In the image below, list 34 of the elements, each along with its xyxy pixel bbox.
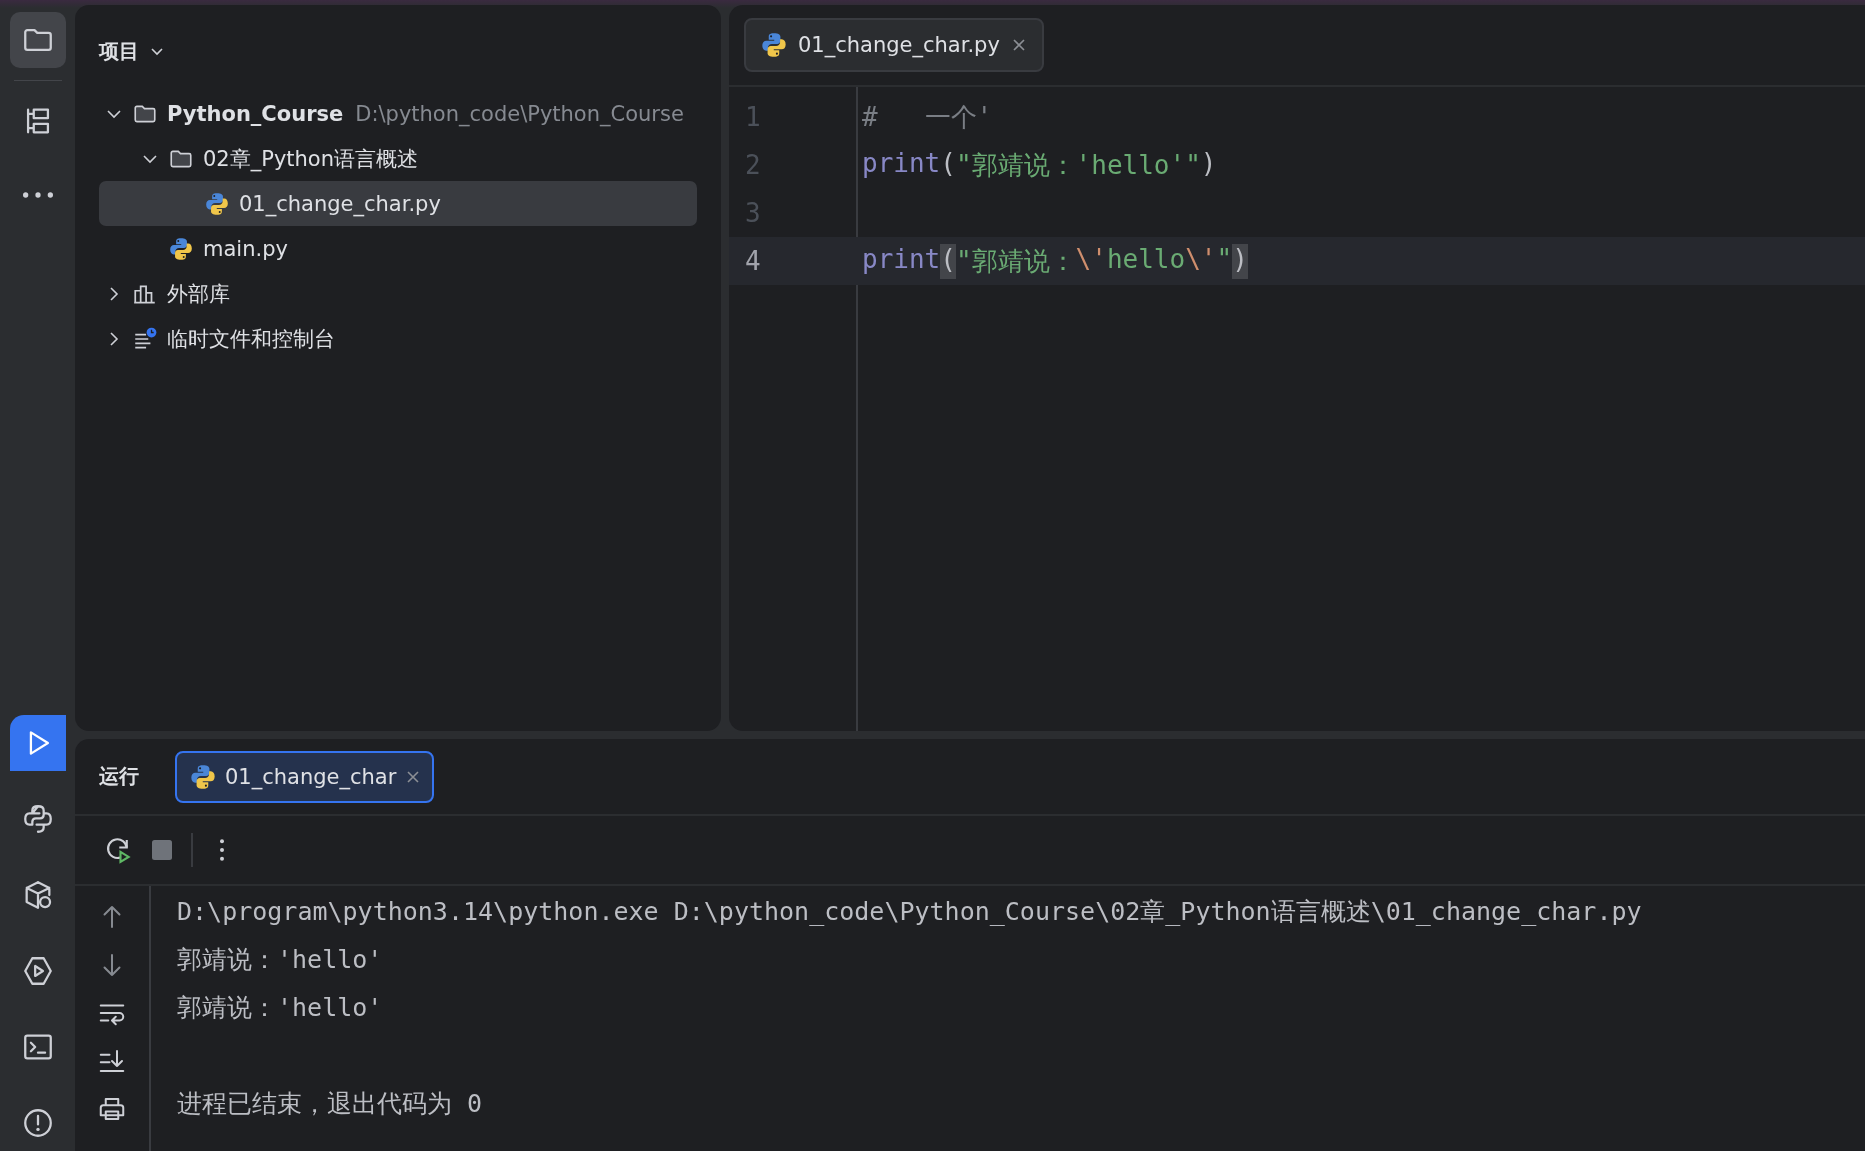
tree-label: 02章_Python语言概述	[203, 145, 418, 173]
python-file-icon	[189, 762, 217, 791]
tree-item[interactable]: Python_Course D:\python_code\Python_Course	[99, 91, 697, 136]
tree-item[interactable]: 外部库	[99, 271, 697, 316]
python-file-icon	[760, 31, 788, 59]
more-icon	[22, 192, 53, 198]
tab-label: 01_change_char.py	[798, 33, 1000, 57]
tree-item[interactable]: 临时文件和控制台	[99, 316, 697, 361]
console-line: 进程已结束，退出代码为 0	[177, 1088, 484, 1120]
tree-label: Python_Course	[167, 101, 344, 126]
console-line: 郭靖说：'hello'	[177, 944, 384, 976]
console-line: D:\program\python3.14\python.exe D:\python_code\Python_Course\02章_Python语言概述\01_change_char.py	[177, 896, 1642, 928]
file-tab[interactable]: 01_change_char.py	[744, 18, 1044, 72]
tree-item[interactable]: main.py	[99, 226, 697, 271]
tree-label: 外部库	[167, 280, 230, 308]
toolbar-button[interactable]	[9, 715, 66, 771]
panel-title: 项目	[99, 37, 139, 65]
toolbar-button[interactable]	[9, 12, 66, 68]
tree-item[interactable]: 01_change_char.py	[99, 181, 697, 226]
path-hint: D:\python_code\Python_Course	[355, 101, 684, 126]
code-line: # 一个'	[861, 100, 993, 134]
python-file-icon	[203, 190, 231, 217]
console-line: 郭靖说：'hello'	[177, 992, 384, 1024]
run-tab[interactable]: 01_change_char	[175, 750, 435, 803]
code-line: print("郭靖说：'hello'")	[861, 147, 1217, 182]
tree-label: main.py	[203, 236, 288, 261]
tree-item[interactable]: 02章_Python语言概述	[99, 136, 697, 181]
tab-label: 01_change_char	[225, 764, 397, 789]
panel-title: 运行	[99, 763, 139, 790]
line-number: 4	[744, 246, 762, 276]
tree-label: 01_change_char.py	[239, 191, 441, 216]
python-file-icon	[167, 235, 195, 262]
tree-label: 临时文件和控制台	[167, 325, 335, 353]
code-line: print("郭靖说：\'hello\'")	[858, 243, 1248, 279]
